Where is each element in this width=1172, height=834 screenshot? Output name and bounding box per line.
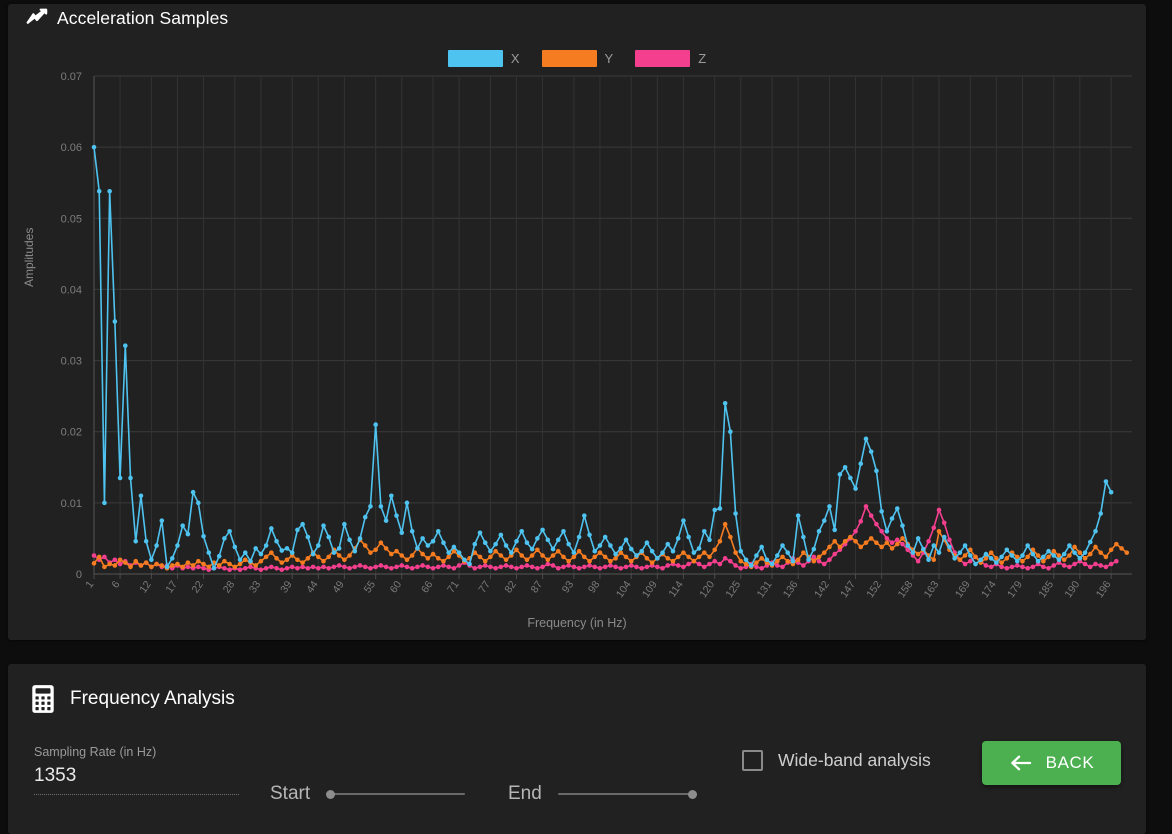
analysis-header: Frequency Analysis (30, 684, 235, 714)
x-tick-label: 120 (697, 579, 717, 600)
sampling-rate-input[interactable]: 1353 (34, 765, 239, 794)
x-tick-label: 136 (781, 579, 801, 600)
y-tick-label: 0.05 (61, 213, 82, 225)
start-slider[interactable] (326, 786, 466, 802)
wide-band-analysis-row[interactable]: Wide-band analysis (742, 750, 931, 771)
x-tick-label: 55 (362, 579, 379, 596)
end-slider-group[interactable]: End (508, 783, 697, 805)
x-tick-label: 87 (529, 579, 546, 596)
calculator-icon (30, 684, 56, 714)
x-tick-label: 109 (640, 579, 660, 600)
x-tick-label: 169 (953, 579, 973, 600)
end-slider-rail (557, 793, 697, 795)
x-tick-label: 82 (502, 579, 519, 596)
wide-band-checkbox[interactable] (742, 750, 763, 771)
end-slider-label: End (508, 783, 542, 804)
arrow-left-icon (1009, 753, 1032, 773)
x-tick-label: 44 (304, 579, 321, 596)
y-tick-label: 0.01 (61, 498, 82, 510)
x-tick-label: 190 (1062, 579, 1082, 600)
sampling-rate-underline (34, 794, 239, 795)
y-tick-label: 0.03 (61, 356, 82, 368)
x-tick-label: 185 (1036, 579, 1056, 600)
series-x (91, 144, 1114, 571)
x-tick-label: 60 (388, 579, 405, 596)
x-tick-label: 98 (586, 579, 603, 596)
sampling-rate-label: Sampling Rate (in Hz) (34, 745, 157, 759)
x-tick-label: 179 (1005, 579, 1025, 600)
x-tick-label: 174 (979, 579, 999, 600)
x-tick-label: 1 (83, 579, 96, 591)
x-tick-label: 71 (445, 579, 462, 596)
x-tick-label: 28 (221, 579, 238, 596)
x-axis-title: Frequency (in Hz) (527, 616, 627, 630)
app-root: Acceleration Samples X Y Z Amplitudes 00… (0, 0, 1172, 834)
y-tick-label: 0.07 (61, 71, 82, 83)
y-tick-label: 0.06 (61, 142, 82, 154)
y-tick-label: 0.04 (61, 284, 82, 296)
acceleration-samples-card: Acceleration Samples X Y Z Amplitudes 00… (8, 4, 1146, 640)
x-tick-label: 125 (723, 579, 743, 600)
sampling-rate-field[interactable]: Sampling Rate (in Hz) 1353 (34, 745, 239, 795)
start-slider-group[interactable]: Start (270, 783, 466, 805)
start-slider-label: Start (270, 783, 311, 804)
x-tick-label: 22 (189, 579, 206, 596)
x-tick-label: 6 (109, 579, 122, 591)
x-tick-label: 147 (838, 579, 858, 600)
back-button[interactable]: BACK (982, 741, 1121, 785)
start-slider-rail (326, 793, 466, 795)
line-chart-svg[interactable]: 0 0.01 0.02 0.03 0.04 0.05 0.06 0.07 1 6 12 17 22 28 3… (8, 4, 1146, 614)
x-tick-label: 39 (278, 579, 295, 596)
analysis-title-label: Frequency Analysis (70, 688, 235, 709)
end-slider[interactable] (557, 786, 697, 802)
back-button-label: BACK (1045, 753, 1095, 772)
x-tick-label: 77 (476, 579, 493, 596)
x-tick-label: 152 (864, 579, 884, 600)
y-tick-label: 0.02 (61, 427, 82, 439)
x-tick-label: 66 (419, 579, 436, 596)
x-tick-label: 33 (247, 579, 264, 596)
x-tick-label: 93 (560, 579, 577, 596)
x-tick-label: 12 (137, 579, 154, 596)
x-tick-label: 163 (922, 579, 942, 600)
end-slider-thumb[interactable] (687, 790, 697, 799)
plot-area[interactable]: Amplitudes 0 0.01 0.02 0.03 0.04 0.05 0.06 0.07… (8, 4, 1146, 640)
x-tick-label: 158 (895, 579, 915, 600)
start-slider-thumb[interactable] (326, 790, 336, 799)
wide-band-label: Wide-band analysis (778, 750, 931, 770)
x-tick-label: 49 (330, 579, 347, 596)
x-tick-label: 196 (1094, 579, 1114, 600)
x-tick-label: 114 (666, 579, 686, 600)
x-tick-label: 104 (614, 579, 634, 600)
x-tick-label: 131 (755, 579, 775, 600)
y-tick-label: 0 (76, 569, 82, 581)
x-tick-label: 142 (812, 579, 832, 600)
x-tick-label: 17 (163, 579, 180, 596)
frequency-analysis-card: Frequency Analysis Sampling Rate (in Hz)… (8, 664, 1146, 834)
